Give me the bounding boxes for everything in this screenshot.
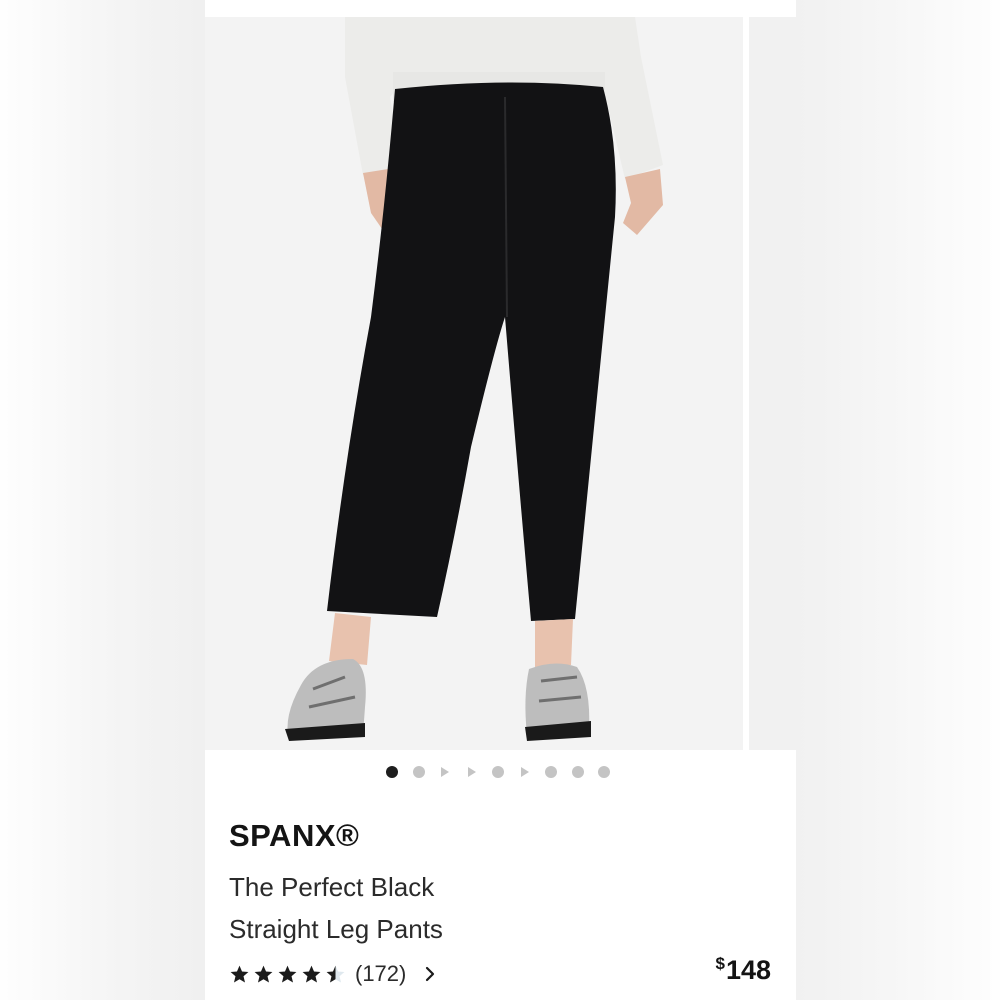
background-right <box>796 0 1000 1000</box>
carousel-dot[interactable] <box>492 766 504 778</box>
star-icon <box>278 965 297 983</box>
product-title[interactable]: The Perfect Black Straight Leg Pants <box>229 866 569 950</box>
carousel-video-indicator[interactable] <box>468 767 476 777</box>
carousel-dot[interactable] <box>413 766 425 778</box>
carousel-video-indicator[interactable] <box>441 767 449 777</box>
carousel-dot[interactable] <box>598 766 610 778</box>
product-title-line2: Straight Leg Pants <box>229 914 443 944</box>
carousel-video-indicator[interactable] <box>521 767 529 777</box>
product-card[interactable]: SPANX® The Perfect Black Straight Leg Pa… <box>205 0 796 1000</box>
product-image[interactable] <box>205 17 743 750</box>
star-rating <box>229 964 349 985</box>
review-count: (172) <box>355 961 407 986</box>
product-price: $148 <box>715 954 771 986</box>
star-icon <box>230 965 249 983</box>
star-icon <box>254 965 273 983</box>
star-icon <box>326 965 345 983</box>
carousel-indicators[interactable] <box>205 764 796 780</box>
carousel-dot-active[interactable] <box>386 766 398 778</box>
rating-row[interactable]: (172) <box>229 958 436 990</box>
next-image-peek[interactable] <box>749 17 796 750</box>
carousel-dot[interactable] <box>572 766 584 778</box>
price-currency: $ <box>715 954 725 973</box>
price-amount: 148 <box>725 955 771 985</box>
product-photo-illustration <box>285 17 663 741</box>
star-icon <box>302 965 321 983</box>
background-left <box>0 0 205 1000</box>
product-brand[interactable]: SPANX® <box>229 818 359 854</box>
carousel-dot[interactable] <box>545 766 557 778</box>
chevron-right-icon[interactable] <box>424 966 436 982</box>
product-title-line1: The Perfect Black <box>229 872 435 902</box>
